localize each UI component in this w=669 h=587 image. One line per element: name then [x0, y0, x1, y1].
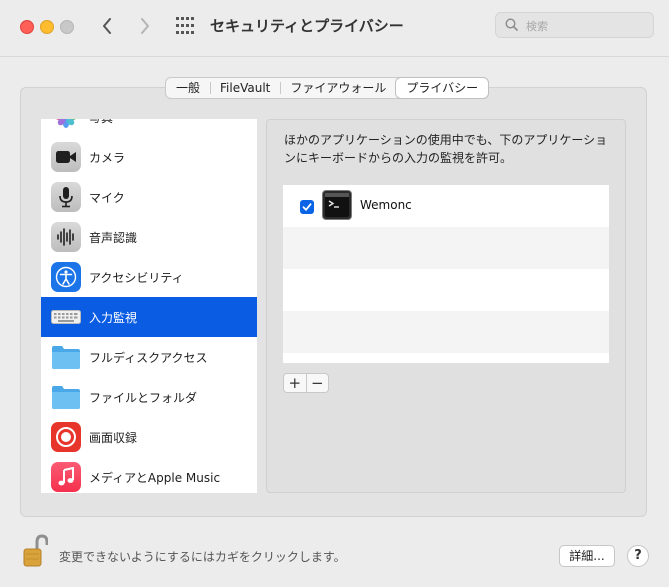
back-button[interactable]	[96, 14, 118, 38]
sidebar-item-media-apple-music[interactable]: メディアとApple Music	[41, 457, 257, 493]
search-icon	[505, 18, 518, 31]
tab-bar: 一般 FileVault ファイアウォール プライバシー	[165, 77, 490, 99]
sidebar-item-label: ファイルとフォルダ	[89, 390, 198, 405]
speech-recognition-icon	[51, 222, 81, 252]
tab-privacy[interactable]: プライバシー	[396, 78, 489, 98]
remove-app-button[interactable]: −	[307, 374, 329, 392]
accessibility-icon	[51, 262, 81, 292]
window-title: セキュリティとプライバシー	[210, 17, 404, 35]
grid-icon	[176, 17, 194, 34]
app-name: Wemonc	[360, 198, 412, 212]
sidebar-item-accessibility[interactable]: アクセシビリティ	[41, 257, 257, 297]
sidebar-item-files-and-folders[interactable]: ファイルとフォルダ	[41, 377, 257, 417]
lock-hint-text: 変更できないようにするにはカギをクリックします。	[59, 550, 346, 564]
sidebar-item-label: 写真	[89, 119, 113, 126]
tab-filevault[interactable]: FileVault	[210, 78, 280, 98]
sidebar-item-full-disk-access[interactable]: フルディスクアクセス	[41, 337, 257, 377]
list-item[interactable]: Wemonc	[283, 185, 609, 227]
title-separator	[0, 56, 669, 57]
chevron-left-icon	[103, 18, 111, 34]
privacy-category-list[interactable]: 写真 カメラ マイク 音声認識 アクセシビリティ 入力監視	[41, 119, 257, 493]
sidebar-item-label: 音声認識	[89, 230, 138, 245]
keyboard-icon	[51, 302, 81, 332]
sidebar-item-label: マイク	[89, 190, 125, 205]
details-button[interactable]: 詳細...	[559, 545, 615, 567]
sidebar-item-photos[interactable]: 写真	[41, 119, 257, 137]
empty-row	[283, 311, 609, 353]
sidebar-item-label: メディアとApple Music	[89, 470, 221, 485]
minimize-window-button[interactable]	[40, 20, 54, 34]
sidebar-item-speech-recognition[interactable]: 音声認識	[41, 217, 257, 257]
search-input[interactable]	[524, 16, 648, 36]
sidebar-item-microphone[interactable]: マイク	[41, 177, 257, 217]
title-bar: セキュリティとプライバシー	[0, 0, 669, 52]
chevron-right-icon	[141, 18, 149, 34]
sidebar-item-label: カメラ	[89, 150, 126, 165]
unlocked-padlock-icon	[23, 534, 49, 567]
forward-button[interactable]	[134, 14, 156, 38]
camera-icon	[51, 142, 81, 172]
lock-button[interactable]	[22, 534, 49, 572]
sidebar-item-label: 画面収録	[89, 430, 138, 445]
folder-icon	[51, 382, 81, 412]
screen-recording-icon	[51, 422, 81, 452]
add-remove-control: + −	[283, 373, 329, 393]
sidebar-item-label: 入力監視	[89, 310, 138, 325]
zoom-window-button[interactable]	[60, 20, 74, 34]
photos-icon	[51, 119, 81, 132]
sidebar-item-label: フルディスクアクセス	[89, 350, 208, 365]
terminal-icon	[322, 190, 352, 220]
sidebar-item-input-monitoring[interactable]: 入力監視	[41, 297, 257, 337]
app-list[interactable]: Wemonc	[283, 185, 609, 363]
checkmark-icon	[302, 203, 312, 211]
description-text: ほかのアプリケーションの使用中でも、下のアプリケーションにキーボードからの入力の…	[284, 133, 608, 165]
sidebar-item-label: アクセシビリティ	[89, 270, 184, 285]
sidebar-item-screen-recording[interactable]: 画面収録	[41, 417, 257, 457]
microphone-icon	[51, 182, 81, 212]
folder-icon	[51, 342, 81, 372]
show-all-button[interactable]	[175, 16, 195, 36]
add-app-button[interactable]: +	[284, 374, 306, 392]
empty-row	[283, 269, 609, 311]
sidebar-item-camera[interactable]: カメラ	[41, 137, 257, 177]
tab-general[interactable]: 一般	[166, 78, 210, 98]
music-icon	[51, 462, 81, 492]
close-window-button[interactable]	[20, 20, 34, 34]
tab-firewall[interactable]: ファイアウォール	[280, 78, 396, 98]
app-checkbox[interactable]	[300, 200, 314, 214]
search-field[interactable]	[495, 12, 654, 38]
help-button[interactable]: ?	[627, 545, 649, 567]
empty-row	[283, 227, 609, 269]
